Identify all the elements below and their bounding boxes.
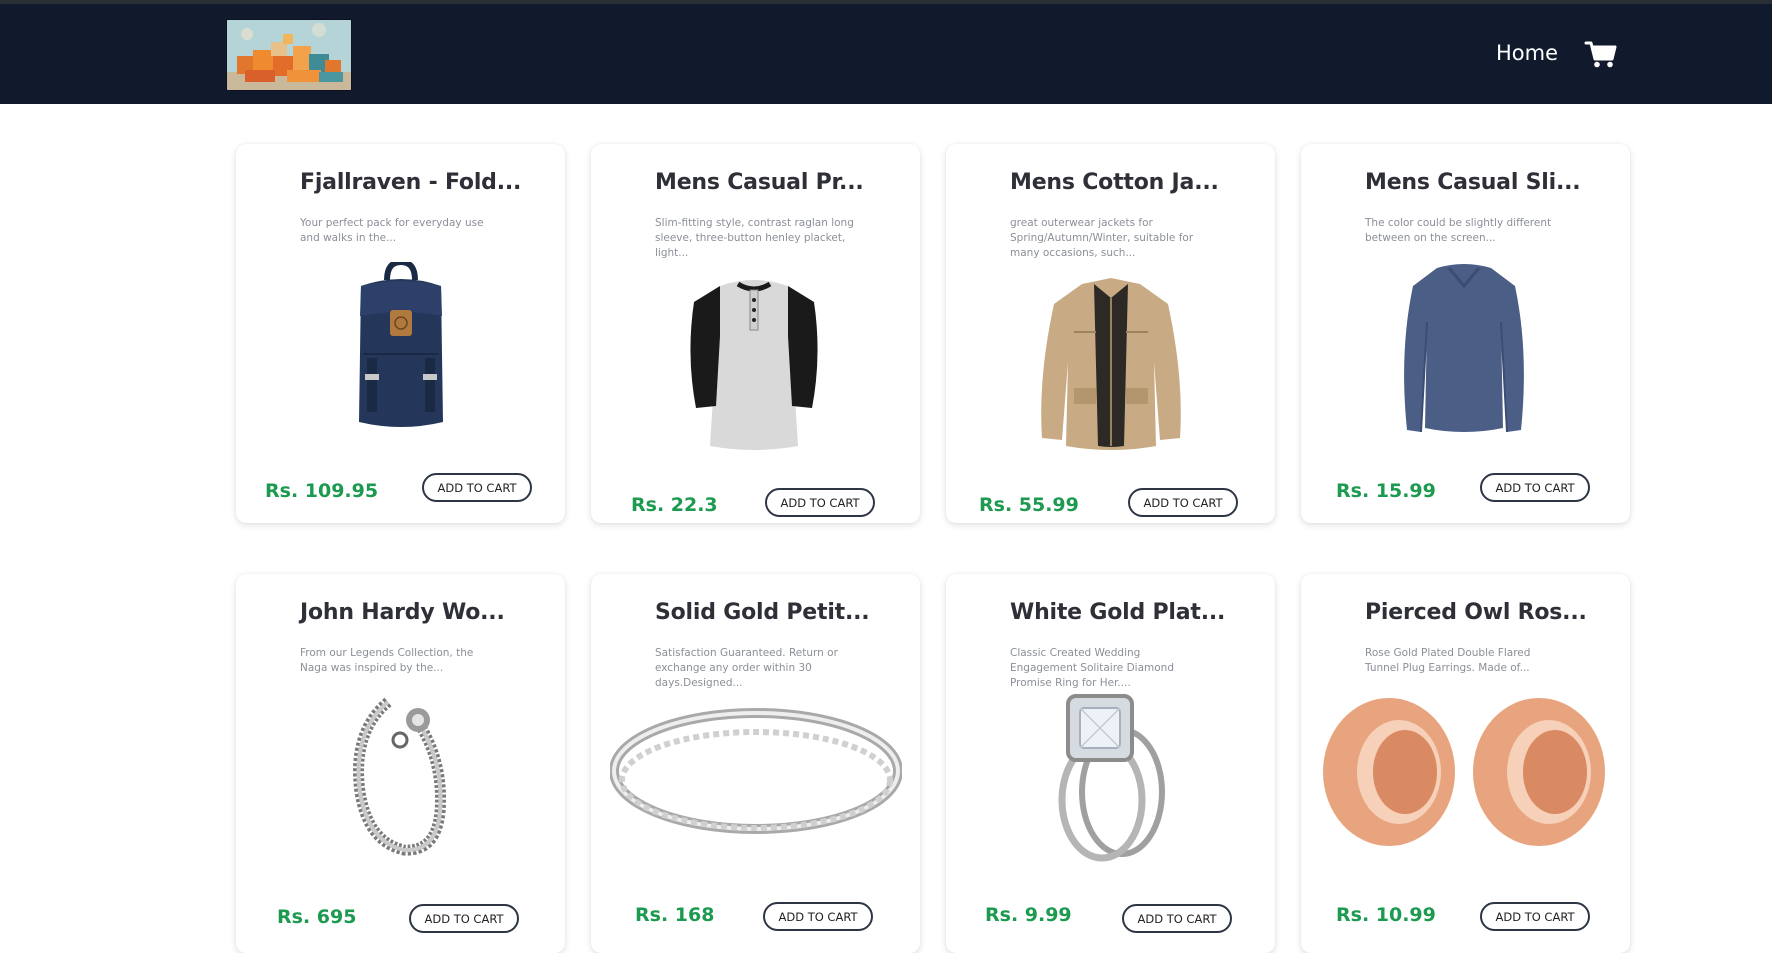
product-description: Your perfect pack for everyday use and w… xyxy=(300,217,484,244)
product-price: Rs. 9.99 xyxy=(985,904,1072,926)
add-to-cart-button[interactable]: ADD TO CART xyxy=(1128,488,1238,517)
product-description: Classic Created Wedding Engagement Solit… xyxy=(1010,647,1174,689)
product-price: Rs. 695 xyxy=(277,906,357,928)
product-title[interactable]: Mens Casual Sli... xyxy=(1365,170,1610,195)
product-title[interactable]: Mens Cotton Ja... xyxy=(1010,170,1255,195)
raglan-tee-image[interactable] xyxy=(686,276,822,456)
product-card: Mens Casual Pr... Slim-fitting style, co… xyxy=(591,144,920,523)
add-to-cart-button[interactable]: ADD TO CART xyxy=(1122,904,1232,933)
product-card: Pierced Owl Ros... Rose Gold Plated Doub… xyxy=(1301,574,1630,953)
engagement-ring-image[interactable] xyxy=(1038,692,1184,866)
add-to-cart-button[interactable]: ADD TO CART xyxy=(1480,473,1590,502)
product-description: Rose Gold Plated Double Flared Tunnel Pl… xyxy=(1365,647,1531,674)
add-to-cart-button[interactable]: ADD TO CART xyxy=(765,488,875,517)
product-title[interactable]: White Gold Plat... xyxy=(1010,600,1255,625)
add-to-cart-button[interactable]: ADD TO CART xyxy=(1480,902,1590,931)
product-price: Rs. 168 xyxy=(635,904,715,926)
product-price: Rs. 109.95 xyxy=(265,480,379,502)
product-title[interactable]: Fjallraven - Fold... xyxy=(300,170,545,195)
product-description: great outerwear jackets for Spring/Autum… xyxy=(1010,217,1194,259)
product-price: Rs. 55.99 xyxy=(979,494,1079,516)
product-price: Rs. 15.99 xyxy=(1336,480,1436,502)
product-description: The color could be slightly different be… xyxy=(1365,217,1552,244)
product-title[interactable]: Pierced Owl Ros... xyxy=(1365,600,1610,625)
chain-bracelet-image[interactable] xyxy=(348,692,458,862)
cotton-jacket-image[interactable] xyxy=(1034,278,1188,456)
product-price: Rs. 22.3 xyxy=(631,494,718,516)
product-title[interactable]: Mens Casual Pr... xyxy=(655,170,900,195)
product-title[interactable]: Solid Gold Petit... xyxy=(655,600,900,625)
long-sleeve-shirt-image[interactable] xyxy=(1397,262,1531,442)
product-price: Rs. 10.99 xyxy=(1336,904,1436,926)
product-card: Mens Cotton Ja... great outerwear jacket… xyxy=(946,144,1275,523)
add-to-cart-button[interactable]: ADD TO CART xyxy=(409,904,519,933)
product-card: John Hardy Wo... From our Legends Collec… xyxy=(236,574,565,953)
add-to-cart-button[interactable]: ADD TO CART xyxy=(763,902,873,931)
diamond-band-ring-image[interactable] xyxy=(609,708,903,838)
product-title[interactable]: John Hardy Wo... xyxy=(300,600,545,625)
backpack-image[interactable] xyxy=(339,258,463,436)
product-card: Solid Gold Petit... Satisfaction Guarant… xyxy=(591,574,920,953)
add-to-cart-button[interactable]: ADD TO CART xyxy=(422,473,532,502)
product-grid: Fjallraven - Fold... Your perfect pack f… xyxy=(0,0,1772,953)
tunnel-plug-earrings-image[interactable] xyxy=(1321,692,1611,856)
product-description: Slim-fitting style, contrast raglan long… xyxy=(655,217,854,259)
product-card: White Gold Plat... Classic Created Weddi… xyxy=(946,574,1275,953)
product-description: Satisfaction Guaranteed. Return or excha… xyxy=(655,647,838,689)
product-card: Fjallraven - Fold... Your perfect pack f… xyxy=(236,144,565,523)
product-description: From our Legends Collection, the Naga wa… xyxy=(300,647,474,674)
product-card: Mens Casual Sli... The color could be sl… xyxy=(1301,144,1630,523)
